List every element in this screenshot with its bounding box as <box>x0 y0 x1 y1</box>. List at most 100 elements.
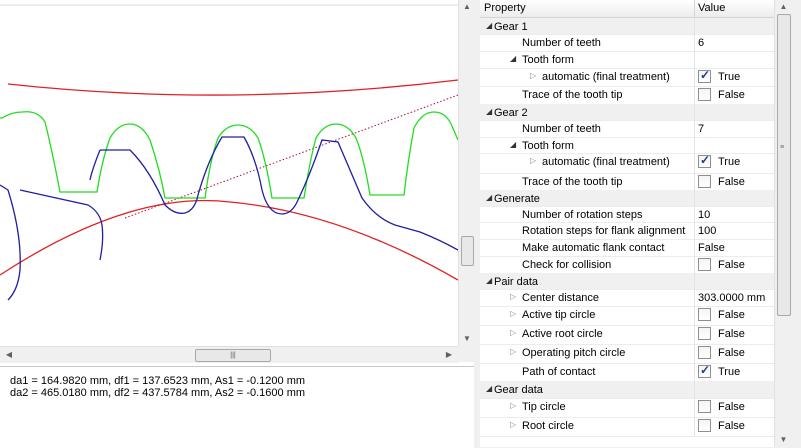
collapsed-triangle-icon[interactable]: ▷ <box>530 71 536 80</box>
property-grid: Property Value ◢ Gear 1 Number of teeth 6 ◢ T… <box>480 0 774 447</box>
collapsed-triangle-icon[interactable]: ▷ <box>510 292 516 301</box>
property-row[interactable]: ◢ Generate <box>480 190 774 207</box>
property-row[interactable]: Check for collision False <box>480 256 774 274</box>
property-checkbox[interactable] <box>698 175 711 188</box>
column-header-property[interactable]: Property <box>484 2 526 14</box>
left-pane: ▲ ▼ ◀ ||| ▶ da1 = 164.9820 mm, df1 = 137… <box>0 0 475 448</box>
scroll-down-icon[interactable]: ▼ <box>775 433 792 447</box>
property-row[interactable]: Make automatic flank contact False <box>480 239 774 257</box>
column-divider <box>694 104 695 120</box>
property-label: Generate <box>494 193 540 205</box>
gear1-circle-arc <box>0 199 458 281</box>
property-label: Check for collision <box>522 259 612 271</box>
scroll-up-icon[interactable]: ▲ <box>459 0 475 14</box>
property-row[interactable]: ▷ automatic (final treatment) True <box>480 68 774 87</box>
gear-drawing <box>0 4 458 301</box>
property-label: Active tip circle <box>522 309 596 321</box>
property-row[interactable]: ◢ Pair data <box>480 273 774 290</box>
property-checkbox[interactable] <box>698 68 711 83</box>
property-checkbox[interactable] <box>698 400 711 413</box>
property-value[interactable]: 6 <box>698 37 704 49</box>
grip-icon: ≡ <box>779 144 785 151</box>
property-label: Path of contact <box>522 366 596 378</box>
collapsed-triangle-icon[interactable]: ▷ <box>530 156 536 165</box>
canvas-horizontal-scrollbar[interactable]: ◀ ||| ▶ <box>0 346 458 363</box>
property-row[interactable]: Trace of the tooth tip False <box>480 86 774 105</box>
property-row[interactable]: ▷ automatic (final treatment) True <box>480 153 774 174</box>
expanded-triangle-icon[interactable]: ◢ <box>486 193 492 202</box>
property-value[interactable]: 100 <box>698 225 716 237</box>
property-row[interactable]: ▷ Active tip circle False <box>480 306 774 326</box>
property-checkbox[interactable] <box>698 153 711 168</box>
property-value: False <box>718 420 745 432</box>
property-row[interactable]: Path of contact True <box>480 363 774 382</box>
collapsed-triangle-icon[interactable]: ▷ <box>510 309 516 318</box>
property-label: Trace of the tooth tip <box>522 89 623 101</box>
property-value: False <box>718 176 745 188</box>
property-label: Gear 2 <box>494 107 528 119</box>
property-row[interactable]: ▷ Center distance 303.0000 mm <box>480 289 774 307</box>
results-output: da1 = 164.9820 mm, df1 = 137.6523 mm, As… <box>0 366 474 448</box>
property-label: Trace of the tooth tip <box>522 176 623 188</box>
property-value[interactable]: 10 <box>698 209 710 221</box>
property-checkbox[interactable] <box>698 308 711 321</box>
property-checkbox[interactable] <box>698 346 711 359</box>
collapsed-triangle-icon[interactable]: ▷ <box>510 347 516 356</box>
property-value: True <box>718 156 741 168</box>
scroll-thumb[interactable] <box>777 14 791 316</box>
canvas-vertical-scrollbar[interactable]: ▲ ▼ <box>458 0 475 346</box>
property-grid-scrollbar[interactable]: ▲ ≡ ▼ <box>774 0 792 447</box>
column-divider <box>694 363 695 381</box>
property-row[interactable]: ◢ Tooth form <box>480 137 774 154</box>
gear1-tooth-profile <box>0 136 458 301</box>
property-value: True <box>718 366 741 378</box>
gear-drawing-canvas[interactable] <box>0 0 458 346</box>
property-row[interactable]: ◢ Tooth form <box>480 51 774 69</box>
collapsed-triangle-icon[interactable]: ▷ <box>510 328 516 337</box>
scroll-up-icon[interactable]: ▲ <box>775 0 792 14</box>
property-grid-header: Property Value <box>480 0 774 18</box>
property-checkbox[interactable] <box>698 88 711 101</box>
scroll-right-icon[interactable]: ▶ <box>442 347 456 363</box>
property-checkbox[interactable] <box>698 258 711 271</box>
collapsed-triangle-icon[interactable]: ▷ <box>510 401 516 410</box>
property-label: Pair data <box>494 276 539 288</box>
scroll-left-icon[interactable]: ◀ <box>2 347 16 363</box>
column-divider <box>694 256 695 273</box>
property-checkbox[interactable] <box>698 419 711 432</box>
expanded-triangle-icon[interactable]: ◢ <box>486 384 492 393</box>
property-row[interactable]: Number of teeth 6 <box>480 34 774 52</box>
property-value[interactable]: 303.0000 mm <box>698 292 765 304</box>
expanded-triangle-icon[interactable]: ◢ <box>510 140 516 149</box>
property-row[interactable]: Number of teeth 7 <box>480 120 774 138</box>
expanded-triangle-icon[interactable]: ◢ <box>486 276 492 285</box>
property-row[interactable]: Rotation steps for flank alignment 100 <box>480 222 774 240</box>
expanded-triangle-icon[interactable]: ◢ <box>510 54 516 63</box>
property-checkbox[interactable] <box>698 363 711 378</box>
property-label: Gear 1 <box>494 21 528 33</box>
scroll-down-icon[interactable]: ▼ <box>459 332 475 346</box>
collapsed-triangle-icon[interactable]: ▷ <box>510 420 516 429</box>
property-row[interactable]: ◢ Gear 2 <box>480 104 774 121</box>
scroll-thumb[interactable] <box>461 236 474 266</box>
property-row[interactable]: ▷ Active root circle False <box>480 325 774 345</box>
scroll-thumb-horizontal[interactable]: ||| <box>195 349 271 362</box>
property-row[interactable]: ▷ Tip circle False <box>480 398 774 418</box>
property-row[interactable]: ▷ Root circle False <box>480 417 774 437</box>
property-label: automatic (final treatment) <box>542 156 670 168</box>
property-label: Number of rotation steps <box>522 209 643 221</box>
property-checkbox[interactable] <box>698 327 711 340</box>
property-row[interactable]: Trace of the tooth tip False <box>480 173 774 191</box>
property-value[interactable]: 7 <box>698 123 704 135</box>
property-value[interactable]: False <box>698 242 725 254</box>
column-divider <box>694 381 695 398</box>
property-row[interactable]: Number of rotation steps 10 <box>480 206 774 223</box>
expanded-triangle-icon[interactable]: ◢ <box>486 21 492 30</box>
property-row[interactable]: ▷ Operating pitch circle False <box>480 344 774 364</box>
expanded-triangle-icon[interactable]: ◢ <box>486 107 492 116</box>
property-row[interactable]: ◢ Gear data <box>480 381 774 399</box>
column-divider <box>694 68 695 86</box>
property-row[interactable]: ◢ Gear 1 <box>480 18 774 35</box>
column-divider <box>694 306 695 325</box>
column-header-value[interactable]: Value <box>698 2 725 14</box>
